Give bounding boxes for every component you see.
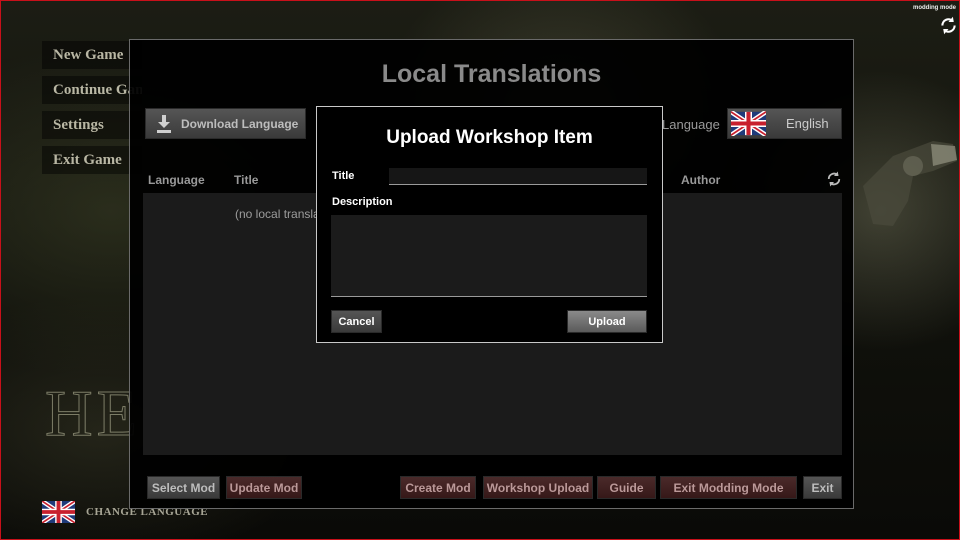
download-language-button[interactable]: Download Language bbox=[145, 108, 306, 139]
select-mod-button[interactable]: Select Mod bbox=[147, 476, 220, 499]
title-input[interactable] bbox=[389, 168, 647, 185]
menu-item-settings[interactable]: Settings bbox=[42, 111, 142, 139]
title-field-label: Title bbox=[332, 170, 355, 182]
main-menu: New Game Continue Game Settings Exit Gam… bbox=[42, 41, 142, 181]
download-icon bbox=[157, 114, 171, 133]
menu-item-exit-game[interactable]: Exit Game bbox=[42, 146, 142, 174]
upload-button[interactable]: Upload bbox=[567, 310, 647, 333]
description-field-label: Description bbox=[332, 196, 393, 208]
menu-item-new-game[interactable]: New Game bbox=[42, 41, 142, 69]
column-header-language[interactable]: Language bbox=[148, 173, 205, 187]
workshop-upload-button[interactable]: Workshop Upload bbox=[483, 476, 593, 499]
language-select-button[interactable]: English bbox=[727, 108, 842, 139]
menu-item-continue-game[interactable]: Continue Game bbox=[42, 76, 142, 104]
upload-workshop-item-dialog: Upload Workshop Item Title Description C… bbox=[316, 106, 663, 343]
download-language-label: Download Language bbox=[181, 116, 299, 131]
exit-modding-mode-button[interactable]: Exit Modding Mode bbox=[660, 476, 797, 499]
guide-button[interactable]: Guide bbox=[597, 476, 656, 499]
revolver-artwork bbox=[863, 141, 957, 226]
selected-language: English bbox=[786, 116, 829, 131]
game-logo: HE bbox=[45, 377, 141, 451]
upload-dialog-title: Upload Workshop Item bbox=[386, 127, 593, 148]
language-label: Language bbox=[662, 117, 720, 132]
create-mod-button[interactable]: Create Mod bbox=[400, 476, 476, 499]
uk-flag-icon bbox=[731, 111, 766, 136]
dialog-title: Local Translations bbox=[381, 60, 602, 88]
cancel-button[interactable]: Cancel bbox=[331, 310, 382, 333]
column-header-title[interactable]: Title bbox=[234, 173, 258, 187]
column-header-author[interactable]: Author bbox=[681, 173, 720, 187]
game-screen: New Game Continue Game Settings Exit Gam… bbox=[0, 0, 960, 540]
refresh-icon[interactable] bbox=[825, 170, 843, 188]
update-mod-button[interactable]: Update Mod bbox=[226, 476, 302, 499]
description-input[interactable] bbox=[331, 215, 647, 297]
modding-mode-label: modding mode bbox=[913, 5, 956, 11]
sync-icon[interactable] bbox=[938, 15, 959, 36]
exit-button[interactable]: Exit bbox=[803, 476, 842, 499]
uk-flag-icon bbox=[42, 501, 75, 523]
